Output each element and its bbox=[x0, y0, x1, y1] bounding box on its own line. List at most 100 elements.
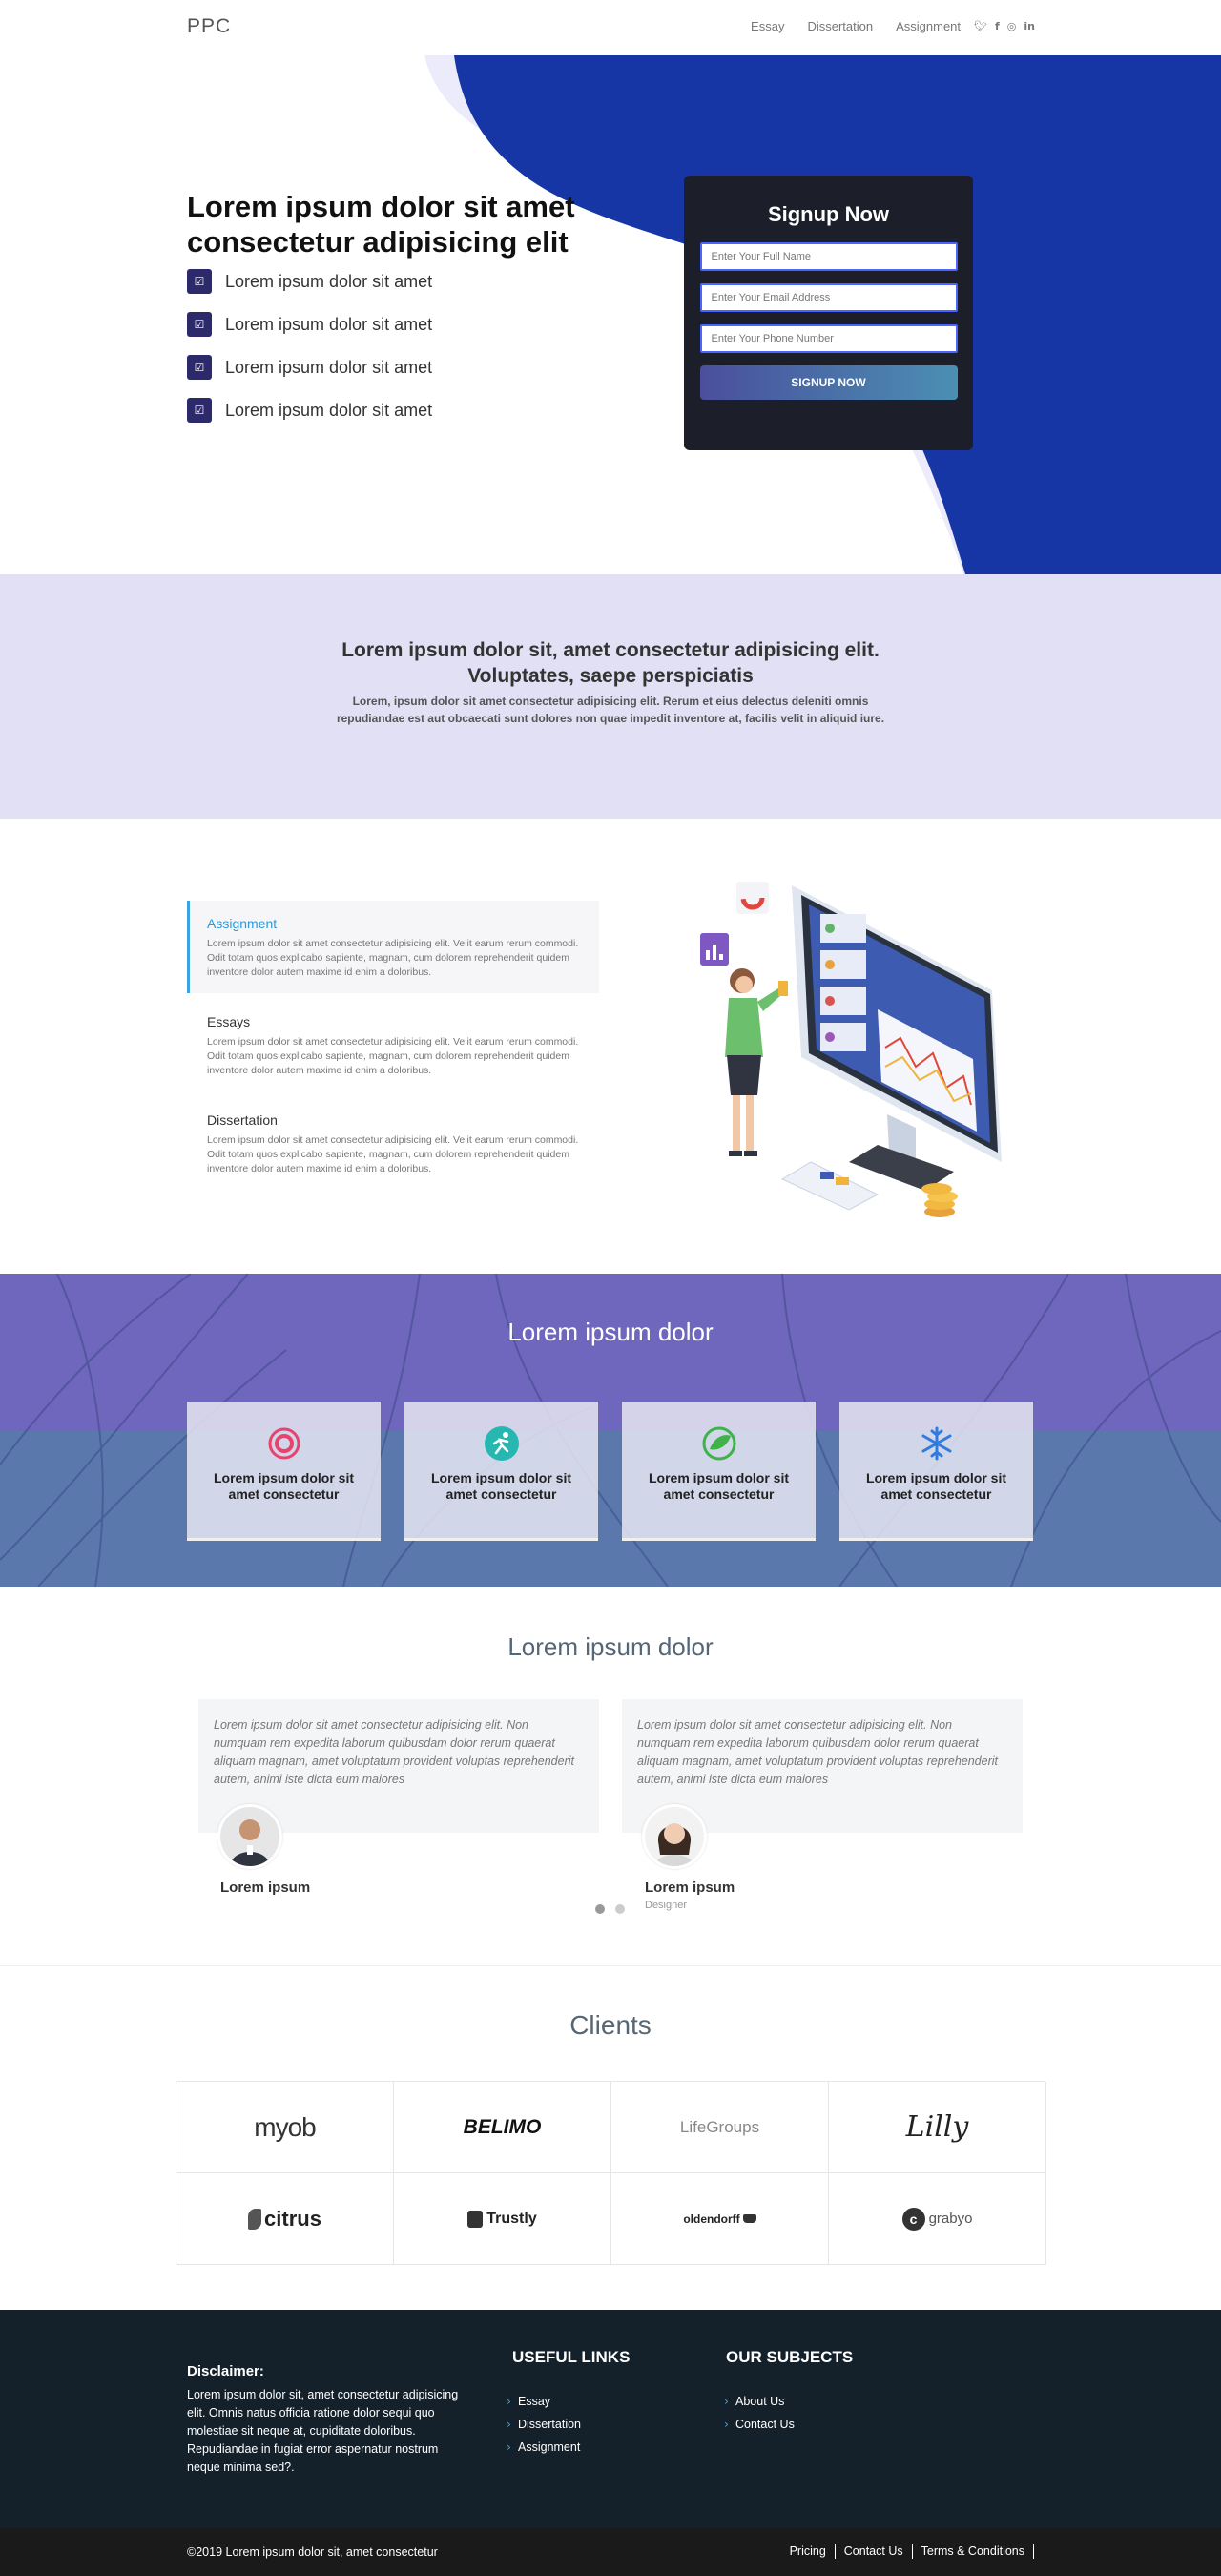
client-logo-lilly: Lilly bbox=[829, 2082, 1046, 2173]
services-section: Assignment Lorem ipsum dolor sit amet co… bbox=[0, 819, 1221, 1274]
client-logo-grabyo: c grabyo bbox=[829, 2173, 1046, 2265]
testimonial-role: Designer bbox=[645, 1900, 688, 1911]
bottom-link-terms[interactable]: Terms & Conditions bbox=[913, 2544, 1034, 2559]
checkbox-icon: ☑ bbox=[187, 355, 212, 380]
citrus-leaf-icon bbox=[248, 2208, 262, 2230]
checkbox-icon: ☑ bbox=[187, 398, 212, 423]
twitter-icon[interactable]: 🐦︎ bbox=[974, 20, 987, 32]
check-text: Lorem ipsum dolor sit amet bbox=[225, 314, 433, 334]
intro-text: Lorem, ipsum dolor sit amet consectetur … bbox=[336, 695, 885, 725]
avatar bbox=[217, 1804, 282, 1869]
checkbox-icon: ☑ bbox=[187, 269, 212, 294]
clients-grid: myob BELIMO LifeGroups Lilly citrus Trus… bbox=[176, 2081, 1046, 2265]
disclaimer-text: Lorem ipsum dolor sit, amet consectetur … bbox=[187, 2388, 459, 2474]
signup-form: Signup Now Enter Your Full Name Enter Yo… bbox=[684, 176, 973, 450]
feature-card-text: Lorem ipsum dolor sit amet consectetur bbox=[213, 1470, 354, 1502]
phone-input[interactable]: Enter Your Phone Number bbox=[699, 324, 958, 353]
top-nav: PPC Essay Dissertation Assignment 🐦︎ f ◎… bbox=[0, 0, 1221, 55]
footer-link-assignment[interactable]: Assignment bbox=[507, 2440, 580, 2454]
testimonials-section: Lorem ipsum dolor Lorem ipsum dolor sit … bbox=[0, 1587, 1221, 1968]
accordion-title: Assignment bbox=[207, 916, 278, 931]
nav-link-assignment[interactable]: Assignment bbox=[896, 19, 961, 33]
carousel-dot-active[interactable] bbox=[595, 1904, 605, 1914]
feature-card[interactable]: Lorem ipsum dolor sit amet consectetur bbox=[839, 1402, 1033, 1541]
bottom-links: Pricing Contact Us Terms & Conditions bbox=[781, 2544, 1034, 2559]
check-text: Lorem ipsum dolor sit amet bbox=[225, 400, 433, 420]
feature-card[interactable]: Lorem ipsum dolor sit amet consectetur bbox=[622, 1402, 816, 1541]
footer-link-about-us[interactable]: About Us bbox=[724, 2394, 784, 2408]
accordion-title: Dissertation bbox=[207, 1112, 278, 1128]
site-logo[interactable]: PPC bbox=[187, 15, 231, 38]
testimonial-name: Lorem ipsum bbox=[220, 1880, 311, 1896]
clients-section: Clients myob BELIMO LifeGroups Lilly cit… bbox=[0, 1966, 1221, 2310]
check-item: ☑ Lorem ipsum dolor sit amet bbox=[187, 267, 432, 296]
intro-section: Lorem ipsum dolor sit, amet consectetur … bbox=[0, 574, 1221, 819]
client-logo-oldendorff: oldendorff bbox=[611, 2173, 829, 2265]
logo-text: oldendorff bbox=[683, 2212, 740, 2226]
testimonials-title: Lorem ipsum dolor bbox=[507, 1632, 714, 1661]
testimonial-quote: Lorem ipsum dolor sit amet consectetur a… bbox=[637, 1718, 998, 1786]
testimonial-name: Lorem ipsum bbox=[645, 1880, 735, 1896]
copyright-text: ©2019 Lorem ipsum dolor sit, amet consec… bbox=[187, 2545, 438, 2559]
client-logo-belimo: BELIMO bbox=[394, 2082, 611, 2173]
check-item: ☑ Lorem ipsum dolor sit amet bbox=[187, 396, 432, 425]
footer: Disclaimer: Lorem ipsum dolor sit, amet … bbox=[0, 2310, 1221, 2528]
trustly-lock-icon bbox=[467, 2210, 484, 2228]
check-text: Lorem ipsum dolor sit amet bbox=[225, 271, 433, 291]
full-name-input[interactable]: Enter Your Full Name bbox=[699, 242, 958, 271]
accordion-item-dissertation[interactable]: Dissertation Lorem ipsum dolor sit amet … bbox=[187, 1097, 599, 1190]
hero-section: Lorem ipsum dolor sit amet consectetur a… bbox=[0, 55, 1221, 574]
check-text: Lorem ipsum dolor sit amet bbox=[225, 357, 433, 377]
client-logo-lifegroups: LifeGroups bbox=[611, 2082, 829, 2173]
client-logo-trustly: Trustly bbox=[394, 2173, 611, 2265]
feature-card-text: Lorem ipsum dolor sit amet consectetur bbox=[865, 1470, 1006, 1502]
bottom-link-pricing[interactable]: Pricing bbox=[781, 2544, 836, 2559]
accordion-title: Essays bbox=[207, 1014, 251, 1029]
linkedin-icon[interactable]: in bbox=[1024, 20, 1035, 32]
feature-card-text: Lorem ipsum dolor sit amet consectetur bbox=[648, 1470, 789, 1502]
feature-cards: Lorem ipsum dolor sit amet consectetur L… bbox=[187, 1402, 1033, 1541]
nav-link-dissertation[interactable]: Dissertation bbox=[807, 19, 873, 33]
logo-text: Trustly bbox=[486, 2210, 537, 2227]
bottom-link-contact-us[interactable]: Contact Us bbox=[836, 2544, 913, 2559]
leaf-icon bbox=[622, 1424, 816, 1463]
runner-icon bbox=[404, 1424, 598, 1463]
avatar bbox=[642, 1804, 707, 1869]
logo-text: citrus bbox=[264, 2206, 321, 2231]
signup-button[interactable]: SIGNUP NOW bbox=[699, 365, 958, 400]
footer-link-essay[interactable]: Essay bbox=[507, 2394, 550, 2408]
accordion-text: Lorem ipsum dolor sit amet consectetur a… bbox=[207, 1134, 579, 1174]
email-input[interactable]: Enter Your Email Address bbox=[699, 283, 958, 312]
logo-text: myob bbox=[254, 2111, 316, 2142]
checkbox-icon: ☑ bbox=[187, 312, 212, 337]
feature-card[interactable]: Lorem ipsum dolor sit amet consectetur bbox=[404, 1402, 598, 1541]
footer-link-contact-us[interactable]: Contact Us bbox=[724, 2417, 795, 2431]
testimonial-quote: Lorem ipsum dolor sit amet consectetur a… bbox=[214, 1718, 574, 1786]
clients-title: Clients bbox=[569, 2010, 652, 2040]
logo-text: LifeGroups bbox=[679, 2117, 760, 2136]
our-subjects-title: OUR SUBJECTS bbox=[726, 2348, 854, 2366]
logo-text: BELIMO bbox=[463, 2115, 542, 2138]
accordion-text: Lorem ipsum dolor sit amet consectetur a… bbox=[207, 938, 579, 978]
accordion-item-essays[interactable]: Essays Lorem ipsum dolor sit amet consec… bbox=[187, 999, 599, 1091]
logo-text: grabyo bbox=[928, 2211, 973, 2227]
carousel-dot[interactable] bbox=[615, 1904, 625, 1914]
client-logo-citrus: citrus bbox=[176, 2173, 394, 2265]
facebook-icon[interactable]: f bbox=[995, 20, 1000, 32]
footer-link-dissertation[interactable]: Dissertation bbox=[507, 2417, 581, 2431]
intro-title: Lorem ipsum dolor sit, amet consectetur … bbox=[341, 639, 880, 687]
ring-icon bbox=[187, 1424, 381, 1463]
signup-title: Signup Now bbox=[767, 202, 890, 226]
useful-links-title: USEFUL LINKS bbox=[512, 2348, 631, 2366]
hero-title: Lorem ipsum dolor sit amet consectetur a… bbox=[187, 190, 575, 259]
instagram-icon[interactable]: ◎ bbox=[1007, 20, 1017, 32]
client-logo-myob: myob bbox=[176, 2082, 394, 2173]
feature-card[interactable]: Lorem ipsum dolor sit amet consectetur bbox=[187, 1402, 381, 1541]
dashboard-illustration bbox=[700, 882, 1002, 1217]
hero-background-shapes bbox=[424, 55, 1221, 574]
logo-text: Lilly bbox=[905, 2110, 969, 2144]
nav-link-essay[interactable]: Essay bbox=[751, 19, 784, 33]
services-accordion: Assignment Lorem ipsum dolor sit amet co… bbox=[187, 901, 599, 1190]
oldendorff-ship-icon bbox=[742, 2214, 756, 2223]
accordion-item-assignment[interactable]: Assignment Lorem ipsum dolor sit amet co… bbox=[187, 901, 599, 993]
